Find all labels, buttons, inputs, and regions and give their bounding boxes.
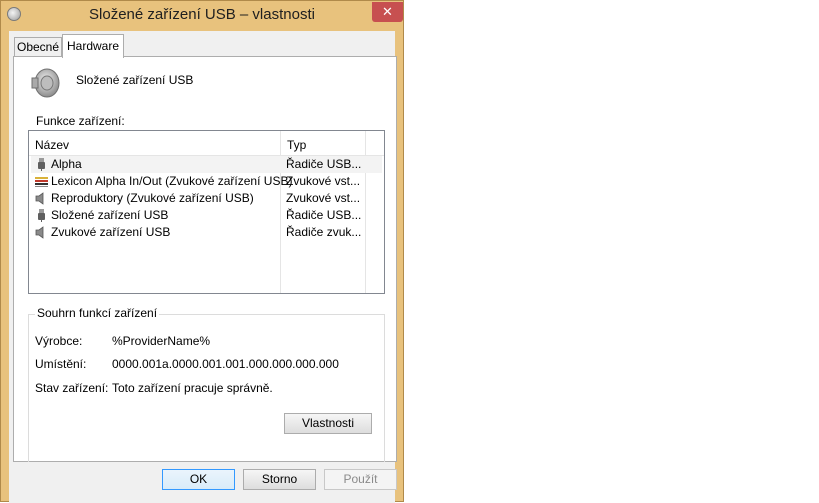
- function-name: Alpha: [51, 157, 82, 171]
- function-name: Lexicon Alpha In/Out (Zvukové zařízení U…: [51, 174, 293, 188]
- column-header-type[interactable]: Typ: [287, 138, 306, 152]
- dialog-client: Obecné Hardware Složené zařízení USB Fun…: [9, 31, 397, 503]
- group-title: Souhrn funkcí zařízení: [35, 306, 160, 320]
- list-item[interactable]: Složené zařízení USB Řadiče USB...: [31, 207, 382, 224]
- functions-label: Funkce zařízení:: [36, 114, 125, 128]
- status-label: Stav zařízení:: [35, 381, 109, 395]
- device-name: Složené zařízení USB: [76, 73, 194, 87]
- usb-plug-icon: [38, 158, 45, 171]
- status-value: Toto zařízení pracuje správně.: [112, 381, 273, 395]
- column-header-name[interactable]: Název: [35, 138, 69, 152]
- tab-hardware[interactable]: Hardware: [62, 34, 124, 58]
- function-name: Zvukové zařízení USB: [51, 225, 171, 239]
- function-type: Řadiče zvuk...: [286, 225, 362, 239]
- speaker-icon: [35, 226, 44, 239]
- tab-general[interactable]: Obecné: [14, 37, 62, 57]
- hardware-panel: Složené zařízení USB Funkce zařízení: Ná…: [13, 56, 397, 462]
- function-type: Zvukové vst...: [286, 174, 361, 188]
- device-functions-list[interactable]: Název Typ Alpha Řadiče USB... Lexicon Al…: [28, 130, 385, 294]
- list-item[interactable]: Lexicon Alpha In/Out (Zvukové zařízení U…: [31, 173, 382, 190]
- list-item[interactable]: Reproduktory (Zvukové zařízení USB) Zvuk…: [31, 190, 382, 207]
- manufacturer-label: Výrobce:: [35, 334, 83, 348]
- manufacturer-value: %ProviderName%: [112, 334, 211, 348]
- list-item[interactable]: Zvukové zařízení USB Řadiče zvuk...: [31, 224, 382, 241]
- speaker-icon: [31, 68, 60, 98]
- function-type: Zvukové vst...: [286, 191, 361, 205]
- function-name: Reproduktory (Zvukové zařízení USB): [51, 191, 254, 205]
- function-name: Složené zařízení USB: [51, 208, 169, 222]
- properties-window: Složené zařízení USB – vlastnosti ✕ Obec…: [0, 0, 404, 503]
- location-label: Umístění:: [35, 357, 87, 371]
- cancel-button[interactable]: Storno: [243, 469, 316, 490]
- list-item[interactable]: Alpha Řadiče USB...: [31, 156, 382, 173]
- location-value: 0000.001a.0000.001.001.000.000.000.000: [112, 357, 339, 371]
- speaker-icon: [35, 192, 44, 205]
- function-summary-group: Souhrn funkcí zařízení Výrobce: %Provide…: [28, 306, 385, 462]
- window-title: Složené zařízení USB – vlastnosti: [89, 6, 315, 23]
- function-type: Řadiče USB...: [286, 157, 362, 171]
- list-header: Název Typ: [29, 131, 384, 156]
- function-type: Řadiče USB...: [286, 208, 362, 222]
- ok-button[interactable]: OK: [162, 469, 235, 490]
- title-bar[interactable]: Složené zařízení USB – vlastnosti ✕: [1, 1, 403, 29]
- usb-plug-icon: [38, 209, 45, 222]
- properties-button[interactable]: Vlastnosti: [284, 413, 372, 434]
- close-button[interactable]: ✕: [372, 2, 403, 22]
- audio-jack-icon: [35, 177, 48, 187]
- apply-button[interactable]: Použít: [324, 469, 397, 490]
